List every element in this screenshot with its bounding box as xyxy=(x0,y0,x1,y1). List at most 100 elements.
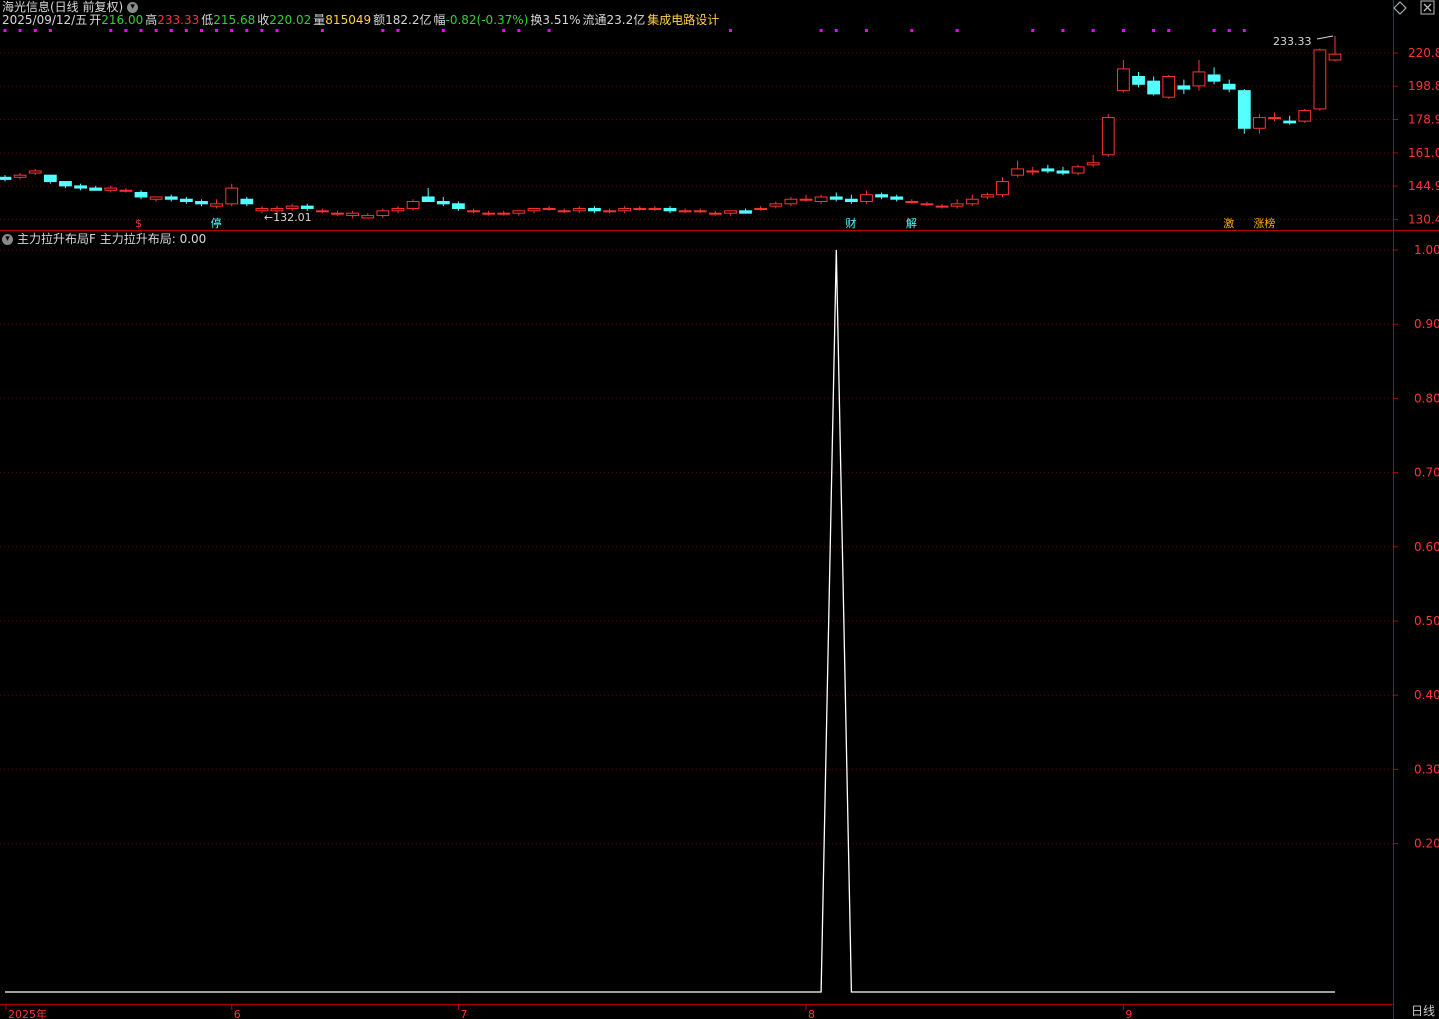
candle-body xyxy=(1101,117,1115,156)
candle-body xyxy=(1313,49,1327,110)
candle-body xyxy=(754,207,768,210)
signal-dot xyxy=(517,29,521,32)
candle-body xyxy=(603,210,616,213)
candle-body xyxy=(1117,68,1130,92)
candle-body xyxy=(28,170,42,174)
chart-canvas: 220.8 198.8 178.9 161.0 144.9 130.4 1.00 0.90 0.… xyxy=(0,0,1439,1019)
indicator-axis-label: 0.20 xyxy=(1414,837,1439,851)
close-icon[interactable] xyxy=(1420,0,1435,15)
candle-body xyxy=(1056,170,1070,174)
signal-dot xyxy=(18,29,22,32)
low-price-label: ←132.01 xyxy=(264,211,312,224)
signal-dot xyxy=(48,29,52,32)
price-axis-label: 161.0 xyxy=(1408,146,1439,160)
candle-body xyxy=(663,207,677,212)
chevron-down-icon[interactable]: ▾ xyxy=(2,234,13,245)
candle-body xyxy=(0,176,12,180)
signal-dots xyxy=(3,29,1246,32)
indicator-title-row: ▾ 主力拉升布局F 主力拉升布局: 0.00 xyxy=(2,232,206,246)
candle-body xyxy=(739,210,752,214)
signal-dot xyxy=(502,29,506,32)
signal-dot xyxy=(215,29,219,32)
signal-dot xyxy=(109,29,113,32)
candle-body xyxy=(1328,53,1342,61)
signal-dot xyxy=(320,29,324,32)
candle-body xyxy=(452,203,465,209)
turnover-label: 换 xyxy=(530,13,543,27)
volume-value: 815049 xyxy=(325,13,372,27)
close-label: 收 xyxy=(257,13,270,27)
amount-label: 额 xyxy=(373,13,386,27)
candle-body xyxy=(406,201,420,209)
candle-body xyxy=(1283,120,1297,124)
candle-body xyxy=(965,198,979,205)
indicator-axis-label: 0.50 xyxy=(1414,614,1439,628)
signal-dot xyxy=(154,29,158,32)
indicator-name[interactable]: 主力拉升布局F xyxy=(17,232,96,246)
candle-body xyxy=(1192,71,1206,87)
candle-body xyxy=(134,191,148,198)
high-price-label: 233.33 xyxy=(1273,35,1312,48)
signal-dot xyxy=(184,29,188,32)
signal-dot xyxy=(124,29,128,32)
price-axis-label: 178.9 xyxy=(1408,113,1439,127)
candle-body xyxy=(648,207,662,210)
signal-dot xyxy=(275,29,279,32)
signal-dot xyxy=(199,29,203,32)
signal-dot xyxy=(728,29,732,32)
signal-dot xyxy=(955,29,959,32)
candle-body xyxy=(59,181,72,187)
title-row: 海光信息(日线 前复权) ▾ xyxy=(2,0,139,14)
signal-dot xyxy=(1061,29,1065,32)
candle-body xyxy=(1041,168,1055,172)
candle-body xyxy=(497,212,511,215)
candle-body xyxy=(572,207,586,212)
candle-body xyxy=(799,198,813,201)
signal-dot xyxy=(910,29,914,32)
chevron-down-icon[interactable]: ▾ xyxy=(127,2,139,13)
candlestick-series[interactable] xyxy=(0,36,1342,219)
signal-dot xyxy=(139,29,143,32)
candle-body xyxy=(482,212,496,215)
candle-body xyxy=(225,187,239,205)
price-axis-label: 198.8 xyxy=(1408,79,1439,93)
indicator-axis-label: 1.00 xyxy=(1414,243,1439,257)
candle-body xyxy=(693,210,707,213)
candle-body xyxy=(814,196,828,203)
period-label[interactable]: 日线 xyxy=(1411,1002,1435,1019)
candle-body xyxy=(1298,110,1312,122)
float-label: 流通 xyxy=(582,13,607,27)
signal-dot xyxy=(230,29,234,32)
time-axis-label: 7 xyxy=(460,1008,467,1019)
candle-body xyxy=(1086,162,1100,166)
candle-body xyxy=(633,207,647,210)
volume-label: 量 xyxy=(313,13,326,27)
candle-body xyxy=(890,196,904,200)
candle-body xyxy=(346,212,360,217)
candle-body xyxy=(164,196,178,200)
indicator-grid xyxy=(0,249,1393,845)
signal-dot xyxy=(260,29,264,32)
signal-dot xyxy=(245,29,249,32)
indicator-axis-label: 0.30 xyxy=(1414,762,1439,776)
sector-link[interactable]: 集成电路设计 xyxy=(647,13,719,27)
signal-dot xyxy=(3,29,7,32)
time-axis-label: 6 xyxy=(234,1008,241,1019)
signal-dot xyxy=(547,29,551,32)
signal-dot xyxy=(169,29,173,32)
candle-body xyxy=(285,205,299,209)
candle-body xyxy=(467,210,480,213)
stock-title[interactable]: 海光信息(日线 前复权) xyxy=(2,0,123,14)
candle-body xyxy=(1147,80,1161,95)
time-axis-label: 2025年 xyxy=(8,1007,47,1019)
signal-dot xyxy=(834,29,838,32)
diamond-icon[interactable] xyxy=(1393,1,1407,15)
candle-body xyxy=(542,207,556,210)
price-axis-label: 130.4 xyxy=(1408,212,1439,226)
price-grid xyxy=(0,52,1393,220)
candle-body xyxy=(1071,166,1085,174)
event-marker: $ xyxy=(135,217,142,230)
signal-dot xyxy=(1091,29,1095,32)
float-value: 23.2亿 xyxy=(606,13,646,27)
candle-body xyxy=(1268,117,1281,120)
